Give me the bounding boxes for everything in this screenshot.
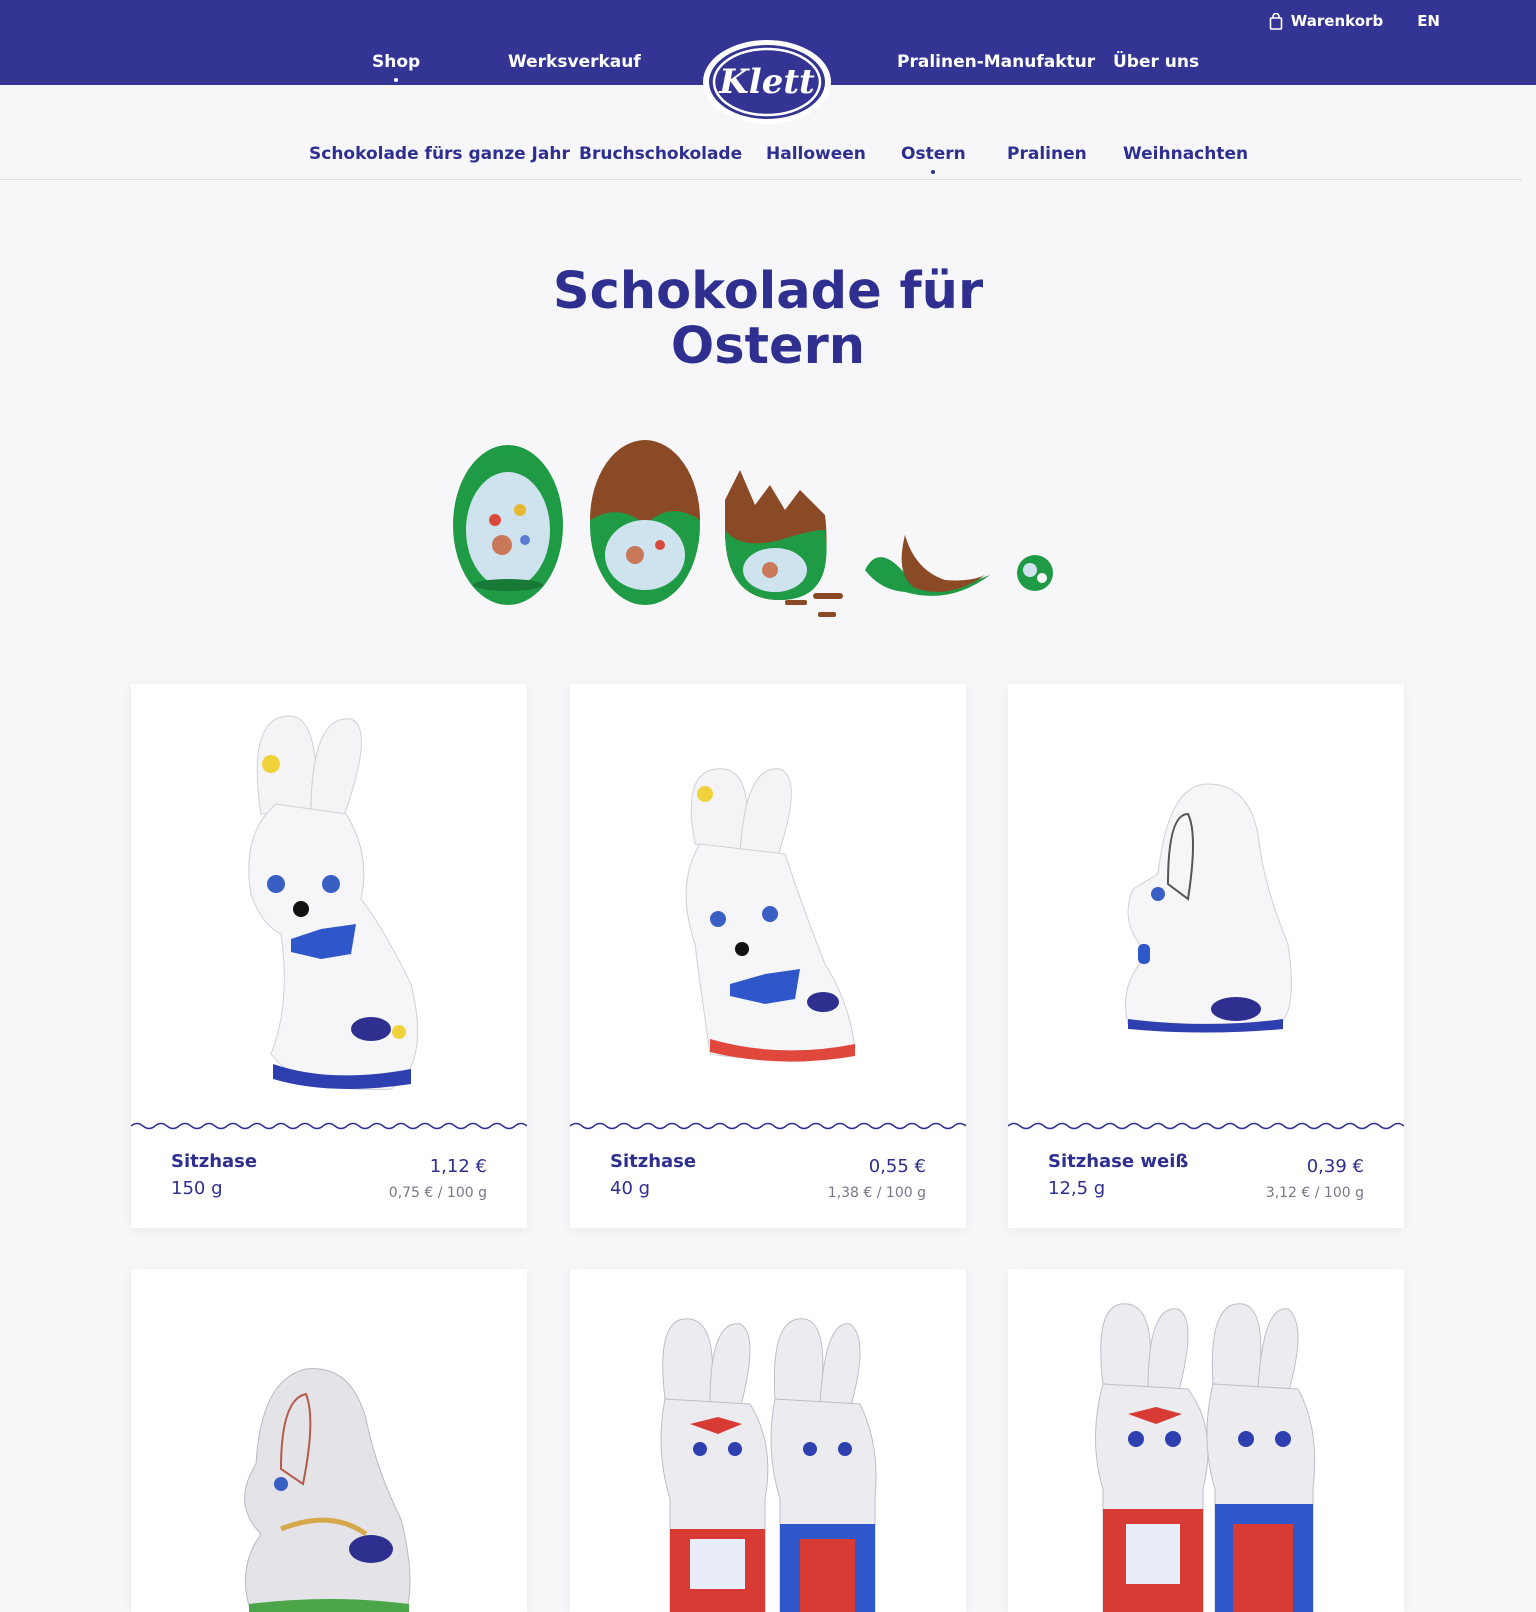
nav-werksverkauf[interactable]: Werksverkauf — [508, 52, 641, 72]
broken-egg-icon — [725, 470, 843, 617]
page-title-line-2: Ostern — [670, 317, 866, 376]
product-image — [1125, 783, 1292, 1033]
wave-divider — [1008, 1122, 1404, 1130]
page-title: Schokolade für Ostern — [468, 264, 1068, 374]
product-unit-price: 3,12 € / 100 g — [1265, 1185, 1364, 1201]
product-image — [685, 768, 856, 1062]
category-schokolade-ganzes-jahr[interactable]: Schokolade fürs ganze Jahr — [309, 144, 570, 164]
nav-pralinen-manufaktur[interactable]: Pralinen-Manufaktur — [897, 52, 1095, 72]
half-unwrapped-egg-icon — [590, 440, 700, 605]
chocolate-shell-icon — [865, 535, 990, 596]
product-weight: 12,5 g — [1048, 1178, 1106, 1199]
product-card[interactable]: Sitzhase 150 g 1,12 € 0,75 € / 100 g — [131, 684, 527, 1228]
language-switch[interactable]: EN — [1417, 12, 1440, 30]
nav-ueber-uns[interactable]: Über uns — [1113, 52, 1199, 72]
shopping-bag-icon — [1269, 12, 1283, 30]
product-card[interactable] — [131, 1269, 527, 1612]
category-weihnachten[interactable]: Weihnachten — [1123, 144, 1248, 164]
nav-shop[interactable]: Shop — [372, 52, 420, 82]
utility-nav: Warenkorb EN — [1269, 12, 1440, 30]
product-weight: 150 g — [171, 1178, 223, 1199]
category-pralinen[interactable]: Pralinen — [1007, 144, 1087, 164]
product-name: Sitzhase — [171, 1151, 258, 1172]
product-image — [244, 1368, 411, 1612]
wave-divider — [570, 1122, 966, 1130]
category-ostern[interactable]: Ostern — [901, 144, 966, 174]
product-card[interactable] — [570, 1269, 966, 1612]
product-price: 0,55 € — [868, 1156, 926, 1177]
chocolate-bunny-icon — [248, 715, 419, 1091]
product-name: Sitzhase weiß — [1048, 1151, 1189, 1172]
product-price: 0,39 € — [1306, 1156, 1364, 1177]
cart-label: Warenkorb — [1290, 12, 1384, 30]
cart-link[interactable]: Warenkorb — [1269, 12, 1383, 30]
bunny-pair-icon — [1095, 1303, 1316, 1612]
category-bruchschokolade[interactable]: Bruchschokolade — [579, 144, 742, 164]
product-image — [660, 1318, 877, 1612]
bunny-pair-icon — [660, 1318, 877, 1612]
product-weight: 40 g — [610, 1178, 651, 1199]
page-title-line-1: Schokolade für — [552, 262, 984, 321]
white-chocolate-bunny-icon — [1125, 783, 1292, 1033]
silver-chocolate-bunny-icon — [244, 1368, 411, 1612]
easter-egg-sequence-image — [453, 440, 1053, 617]
product-card[interactable] — [1008, 1269, 1404, 1612]
klett-logo-icon: Klett — [703, 40, 831, 124]
product-price: 1,12 € — [429, 1156, 487, 1177]
foil-egg-icon — [453, 445, 563, 605]
category-halloween[interactable]: Halloween — [766, 144, 866, 164]
wave-divider — [131, 1122, 527, 1130]
product-card[interactable]: Sitzhase 40 g 0,55 € 1,38 € / 100 g — [570, 684, 966, 1228]
foil-ball-icon — [1017, 555, 1053, 591]
svg-text:Klett: Klett — [718, 62, 815, 102]
product-unit-price: 1,38 € / 100 g — [827, 1185, 926, 1201]
brand-logo[interactable]: Klett — [701, 38, 834, 126]
product-card[interactable]: Sitzhase weiß 12,5 g 0,39 € 3,12 € / 100… — [1008, 684, 1404, 1228]
product-image — [1095, 1303, 1316, 1612]
product-name: Sitzhase — [610, 1151, 697, 1172]
chocolate-bunny-icon — [685, 768, 856, 1062]
product-unit-price: 0,75 € / 100 g — [388, 1185, 487, 1201]
product-image — [248, 715, 419, 1091]
